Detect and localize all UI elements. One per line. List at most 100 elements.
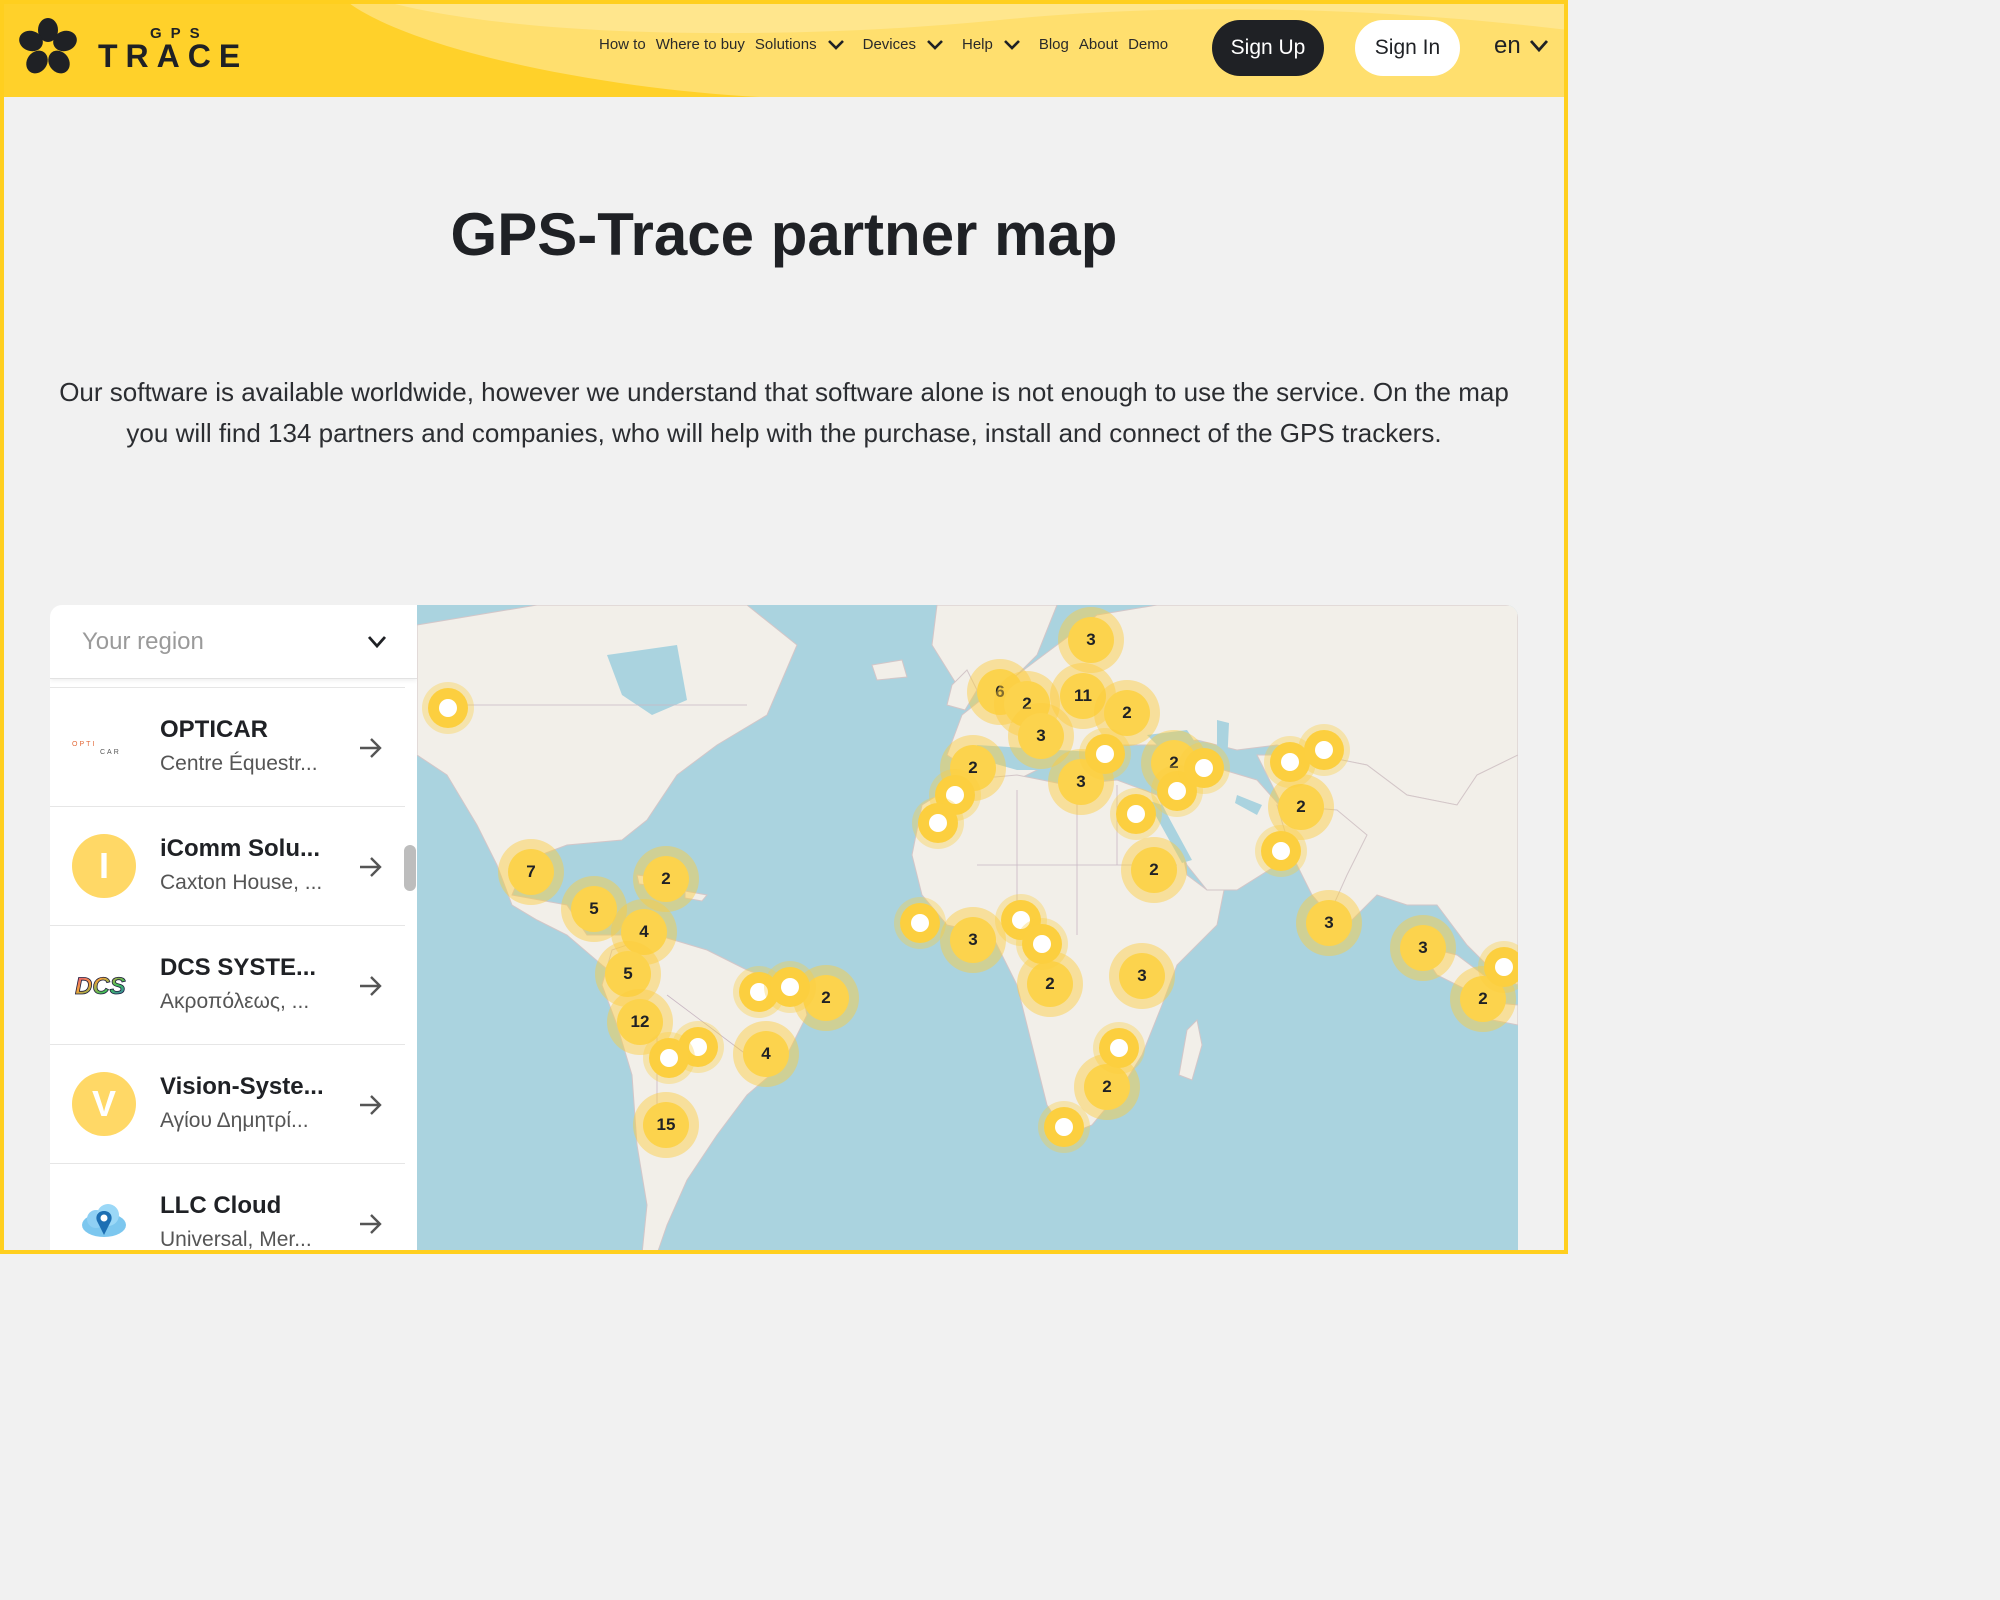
svg-text:DCS: DCS: [75, 973, 126, 1000]
nav-label: Solutions: [754, 36, 817, 53]
map-cluster[interactable]: 2: [1121, 837, 1187, 903]
pin-dot: [1495, 958, 1513, 976]
cluster-count: 12: [617, 999, 663, 1045]
nav-label: How to: [599, 36, 646, 53]
pin-dot: [1315, 741, 1333, 759]
pin-dot: [660, 1049, 678, 1067]
cluster-count: 4: [743, 1031, 789, 1077]
list-item[interactable]: DCS DCS SYSTE... Ακροπόλεως, ...: [50, 925, 405, 1044]
svg-text:CAR: CAR: [100, 749, 121, 756]
cluster-count: 3: [1068, 617, 1114, 663]
pin-dot: [911, 914, 929, 932]
list-item[interactable]: I iComm Solu... Caxton House, ...: [50, 806, 405, 925]
cluster-count: 2: [1131, 847, 1177, 893]
pin-dot: [1055, 1118, 1073, 1136]
list-item[interactable]: V Vision-Syste... Αγίου Δημητρί...: [50, 1044, 405, 1163]
pin-dot: [750, 983, 768, 1001]
map-pin[interactable]: [1484, 947, 1518, 987]
partner-sidebar: Your region OPTI CAR OPTICAR Centre Éque…: [50, 605, 417, 1254]
chevron-down-icon: [827, 39, 844, 50]
brand-logo[interactable]: GPS TRACE: [18, 18, 268, 78]
cluster-count: 3: [1400, 925, 1446, 971]
pin-dot: [1195, 759, 1213, 777]
pin-dot: [1281, 753, 1299, 771]
nav-where-to-buy[interactable]: Where to buy: [656, 36, 745, 53]
map-pin[interactable]: [1022, 924, 1062, 964]
arrow-right-icon: [360, 1095, 382, 1115]
pin-dot: [781, 978, 799, 996]
region-dropdown[interactable]: Your region: [50, 605, 417, 679]
language-selector[interactable]: en: [1494, 32, 1549, 60]
partner-address: Αγίου Δημητρί...: [160, 1109, 309, 1132]
nav-about[interactable]: About: [1079, 36, 1118, 53]
cluster-count: 3: [1306, 900, 1352, 946]
list-item[interactable]: LLC Cloud Universal, Mer...: [50, 1163, 405, 1254]
map-pin[interactable]: [1044, 1107, 1084, 1147]
nav-devices[interactable]: Devices: [863, 36, 952, 53]
partner-address: Universal, Mer...: [160, 1228, 312, 1251]
map-pin[interactable]: [428, 688, 468, 728]
map-cluster[interactable]: 15: [633, 1092, 699, 1158]
cluster-count: 15: [643, 1102, 689, 1148]
map-pin[interactable]: [918, 803, 958, 843]
map-pin[interactable]: [649, 1038, 689, 1078]
svg-text:OPTI: OPTI: [72, 741, 96, 748]
logo-big-text: TRACE: [98, 38, 249, 74]
nav-blog[interactable]: Blog: [1039, 36, 1069, 53]
nav-how-to[interactable]: How to: [599, 36, 646, 53]
partner-name: OPTICAR: [160, 716, 268, 743]
cluster-count: 5: [571, 886, 617, 932]
sign-up-button[interactable]: Sign Up: [1212, 20, 1324, 76]
nav-label: Demo: [1128, 36, 1169, 53]
map-pin[interactable]: [770, 967, 810, 1007]
arrow-right-icon: [360, 738, 382, 758]
partner-name: Vision-Syste...: [160, 1073, 324, 1100]
pin-dot: [1110, 1039, 1128, 1057]
cluster-count: 3: [1119, 953, 1165, 999]
pin-dot: [439, 699, 457, 717]
sign-in-button[interactable]: Sign In: [1355, 20, 1460, 76]
map-cluster[interactable]: 4: [733, 1021, 799, 1087]
cluster-count: 7: [508, 849, 554, 895]
map-pin[interactable]: [1099, 1028, 1139, 1068]
chevron-down-icon: [1003, 39, 1020, 50]
nav-label: Where to buy: [655, 36, 745, 53]
map-pin[interactable]: [1184, 748, 1224, 788]
nav-help[interactable]: Help: [962, 36, 1029, 53]
nav-solutions[interactable]: Solutions: [755, 36, 853, 53]
partner-name: iComm Solu...: [160, 835, 321, 862]
map-cluster[interactable]: 7: [498, 839, 564, 905]
main-nav: How to Where to buy Solutions Devices He…: [599, 36, 1178, 53]
pin-dot: [929, 814, 947, 832]
map-pin[interactable]: [900, 903, 940, 943]
list-item[interactable]: OPTI CAR OPTICAR Centre Équestr...: [50, 687, 405, 806]
cloud-pin-logo-icon: [72, 1191, 136, 1254]
pin-dot: [1096, 745, 1114, 763]
pin-dot: [689, 1038, 707, 1056]
cluster-count: 2: [1278, 784, 1324, 830]
intro-paragraph: Our software is available worldwide, how…: [59, 377, 1509, 448]
nav-label: Blog: [1038, 36, 1069, 53]
partner-avatar: V: [72, 1072, 136, 1136]
map-pin[interactable]: [1304, 730, 1344, 770]
chevron-down-icon: [927, 39, 943, 50]
nav-demo[interactable]: Demo: [1128, 36, 1168, 53]
map-cluster[interactable]: 3: [1296, 890, 1362, 956]
map-cluster[interactable]: 3: [1390, 915, 1456, 981]
site-header: GPS TRACE How to Where to buy Solutions …: [0, 0, 1568, 97]
map-pin[interactable]: [1261, 831, 1301, 871]
sidebar-scrollbar[interactable]: [404, 845, 416, 891]
map-cluster[interactable]: 3: [1109, 943, 1175, 1009]
partner-avatar: I: [72, 834, 136, 898]
map-pin[interactable]: [1116, 794, 1156, 834]
language-label: en: [1494, 32, 1521, 59]
partner-map[interactable]: 3 6 2 11 2 3 2 3 2 2 7 2 5 4 5 12 2 4 15…: [417, 605, 1518, 1254]
map-pin[interactable]: [1085, 734, 1125, 774]
partner-address: Caxton House, ...: [160, 871, 323, 894]
nav-label: Help: [961, 36, 993, 53]
arrow-right-icon: [360, 857, 382, 877]
arrow-right-icon: [360, 976, 382, 996]
cluster-count: 2: [1027, 961, 1073, 1007]
map-cluster[interactable]: 2: [1268, 774, 1334, 840]
map-cluster[interactable]: 3: [940, 907, 1006, 973]
